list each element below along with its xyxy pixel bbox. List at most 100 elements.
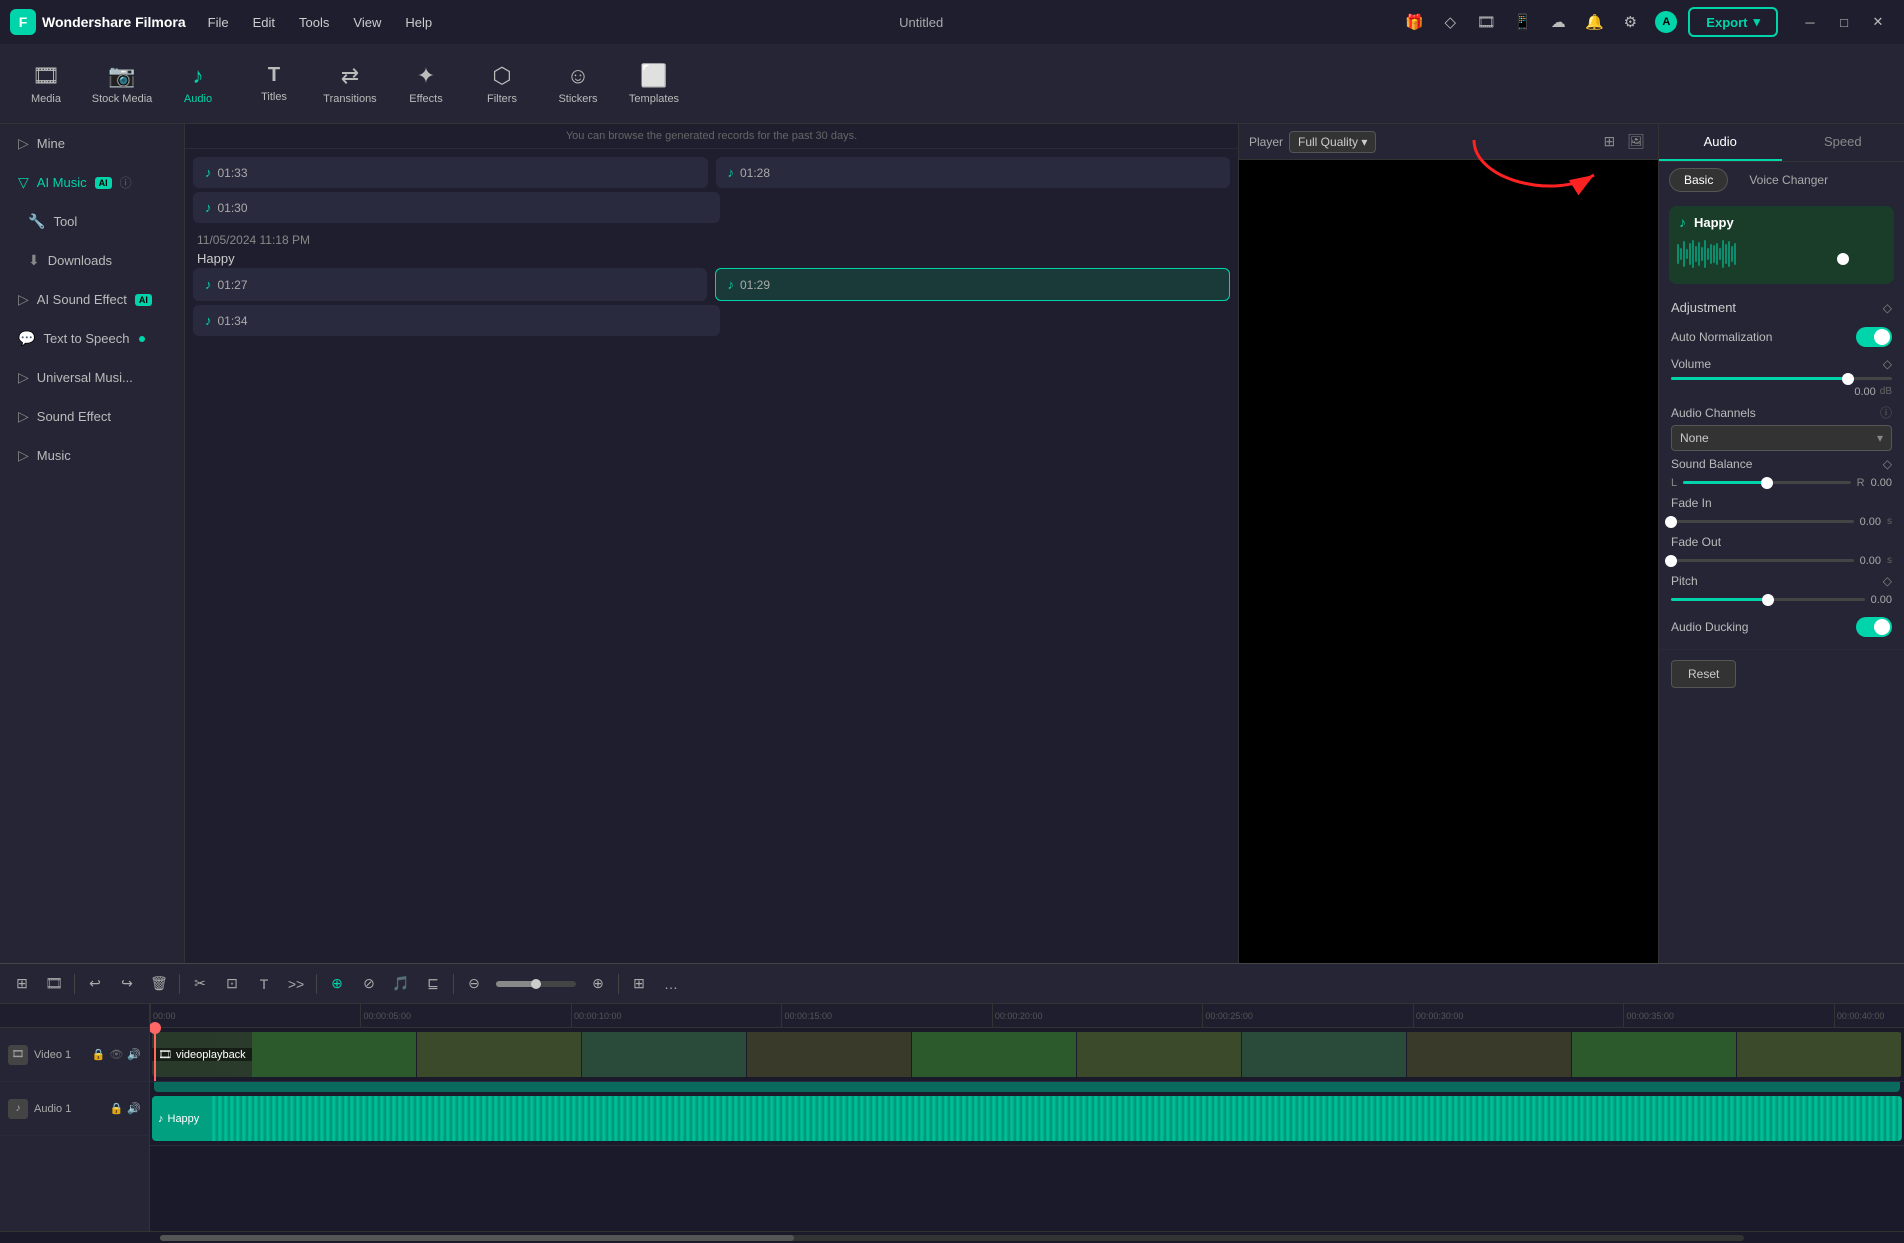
tool-stock-media[interactable]: 📷 Stock Media <box>86 49 158 119</box>
tl-expand-button[interactable]: >> <box>282 970 310 998</box>
tl-view-button[interactable]: ⊞ <box>625 970 653 998</box>
menu-file[interactable]: File <box>198 11 239 34</box>
effects-label: Effects <box>409 93 442 105</box>
audio-card[interactable]: ♪ 01:33 <box>193 157 708 188</box>
cloud-icon[interactable]: ☁ <box>1544 8 1572 36</box>
tl-add-track-button[interactable]: ⊞ <box>8 970 36 998</box>
menu-view[interactable]: View <box>343 11 391 34</box>
sidebar-item-ai-sound-effect[interactable]: ▷ AI Sound Effect AI <box>4 281 180 318</box>
export-button[interactable]: Export ▾ <box>1688 7 1778 37</box>
tool-effects[interactable]: ✦ Effects <box>390 49 462 119</box>
tl-zoom-in-button[interactable]: ⊕ <box>584 970 612 998</box>
minimize-button[interactable]: ─ <box>1794 8 1826 36</box>
track-lock-icon[interactable]: 🔒 <box>110 1102 124 1115</box>
tool-transitions[interactable]: ⇄ Transitions <box>314 49 386 119</box>
volume-slider[interactable] <box>1671 377 1892 380</box>
tool-titles[interactable]: T Titles <box>238 49 310 119</box>
tl-ripple-button[interactable]: ⊘ <box>355 970 383 998</box>
tl-marker-button[interactable]: ⊑ <box>419 970 447 998</box>
sidebar-item-tool[interactable]: 🔧 Tool <box>4 203 180 240</box>
sidebar-item-downloads[interactable]: ⬇ Downloads <box>4 242 180 279</box>
track-eye-icon[interactable]: 👁 <box>109 1048 123 1061</box>
picture-icon[interactable]: 🖼 <box>1624 130 1648 153</box>
tl-add-media-button[interactable]: 🎞 <box>40 970 68 998</box>
tab-speed[interactable]: Speed <box>1782 124 1904 161</box>
maximize-button[interactable]: □ <box>1828 8 1860 36</box>
tl-undo-button[interactable]: ↩ <box>81 970 109 998</box>
tool-filters[interactable]: ⬡ Filters <box>466 49 538 119</box>
tool-stickers[interactable]: ☺ Stickers <box>542 49 614 119</box>
menu-tools[interactable]: Tools <box>289 11 339 34</box>
tool-media[interactable]: 🎞 Media <box>10 49 82 119</box>
audio-time: 01:33 <box>218 166 248 180</box>
tl-separator <box>179 974 180 994</box>
sidebar-item-ai-music[interactable]: ▽ AI Music AI ⓘ <box>4 164 180 201</box>
subtab-basic[interactable]: Basic <box>1669 168 1728 192</box>
tl-separator <box>453 974 454 994</box>
thumb <box>1737 1032 1902 1077</box>
fade-out-thumb[interactable] <box>1665 555 1677 567</box>
tab-audio[interactable]: Audio <box>1659 124 1782 161</box>
track-volume-icon[interactable]: 🔊 <box>127 1048 141 1061</box>
phone-icon[interactable]: 📱 <box>1508 8 1536 36</box>
tl-delete-button[interactable]: 🗑 <box>145 970 173 998</box>
audio-card[interactable]: ♪ 01:27 <box>193 268 707 301</box>
audio-card-selected[interactable]: ♪ 01:29 <box>715 268 1231 301</box>
film-icon[interactable]: 🎞 <box>1472 8 1500 36</box>
tl-more-button[interactable]: … <box>657 970 685 998</box>
tl-redo-button[interactable]: ↪ <box>113 970 141 998</box>
adjustment-reset-icon[interactable]: ◇ <box>1883 301 1892 315</box>
audio-clip[interactable]: ♪ Happy <box>152 1096 1902 1141</box>
subtab-voice-changer[interactable]: Voice Changer <box>1734 168 1843 192</box>
audio-ducking-toggle[interactable] <box>1856 617 1892 637</box>
sidebar-item-mine[interactable]: ▷ Mine <box>4 125 180 162</box>
tool-audio[interactable]: ♪ Audio <box>162 49 234 119</box>
auto-normalization-toggle[interactable] <box>1856 327 1892 347</box>
diamond-icon[interactable]: ◇ <box>1436 8 1464 36</box>
sidebar-item-universal-music[interactable]: ▷ Universal Musi... <box>4 359 180 396</box>
tl-zoom-out-button[interactable]: ⊖ <box>460 970 488 998</box>
sidebar-item-text-to-speech[interactable]: 💬 Text to Speech <box>4 320 180 357</box>
audio-card[interactable]: ♪ 01:30 <box>193 192 720 223</box>
pitch-thumb[interactable] <box>1762 594 1774 606</box>
reset-button[interactable]: Reset <box>1671 660 1736 688</box>
waveform-slider-thumb[interactable] <box>1837 253 1849 265</box>
settings-icon[interactable]: ⚙ <box>1616 8 1644 36</box>
sidebar-item-sound-effect[interactable]: ▷ Sound Effect <box>4 398 180 435</box>
menu-edit[interactable]: Edit <box>243 11 285 34</box>
sound-balance-thumb[interactable] <box>1761 477 1773 489</box>
quality-select[interactable]: Full Quality ▾ <box>1289 131 1376 153</box>
tl-split-button[interactable]: ✂ <box>186 970 214 998</box>
tl-text-button[interactable]: T <box>250 970 278 998</box>
track-volume-icon[interactable]: 🔊 <box>127 1102 141 1115</box>
zoom-slider[interactable] <box>496 981 576 987</box>
video-clip[interactable]: 🎞 videoplayback <box>152 1032 1902 1077</box>
tl-crop-button[interactable]: ⊡ <box>218 970 246 998</box>
user-icon[interactable]: A <box>1652 8 1680 36</box>
close-button[interactable]: ✕ <box>1862 8 1894 36</box>
volume-reset-icon[interactable]: ◇ <box>1883 357 1892 371</box>
scrollbar-thumb[interactable] <box>160 1235 794 1241</box>
volume-thumb[interactable] <box>1842 373 1854 385</box>
grid-view-icon[interactable]: ⊞ <box>1600 130 1618 153</box>
pitch-reset-icon[interactable]: ◇ <box>1883 574 1892 588</box>
horizontal-scrollbar[interactable] <box>160 1235 1744 1241</box>
menu-help[interactable]: Help <box>395 11 442 34</box>
tool-templates[interactable]: ⬜ Templates <box>618 49 690 119</box>
tl-audio-button[interactable]: 🎵 <box>387 970 415 998</box>
audio-card[interactable]: ♪ 01:28 <box>716 157 1231 188</box>
sidebar-item-music[interactable]: ▷ Music <box>4 437 180 474</box>
fade-in-slider[interactable] <box>1671 520 1854 523</box>
track-lock-icon[interactable]: 🔒 <box>92 1048 106 1061</box>
fade-in-thumb[interactable] <box>1665 516 1677 528</box>
audio-channels-select[interactable]: None ▾ <box>1671 425 1892 451</box>
gift-icon[interactable]: 🎁 <box>1400 8 1428 36</box>
tl-magnet-button[interactable]: ⊕ <box>323 970 351 998</box>
fade-out-slider[interactable] <box>1671 559 1854 562</box>
bell-icon[interactable]: 🔔 <box>1580 8 1608 36</box>
pitch-slider[interactable] <box>1671 598 1865 601</box>
zoom-thumb[interactable] <box>531 979 541 989</box>
sound-balance-slider[interactable] <box>1683 481 1851 484</box>
audio-card[interactable]: ♪ 01:34 <box>193 305 720 336</box>
sound-balance-reset-icon[interactable]: ◇ <box>1883 457 1892 471</box>
